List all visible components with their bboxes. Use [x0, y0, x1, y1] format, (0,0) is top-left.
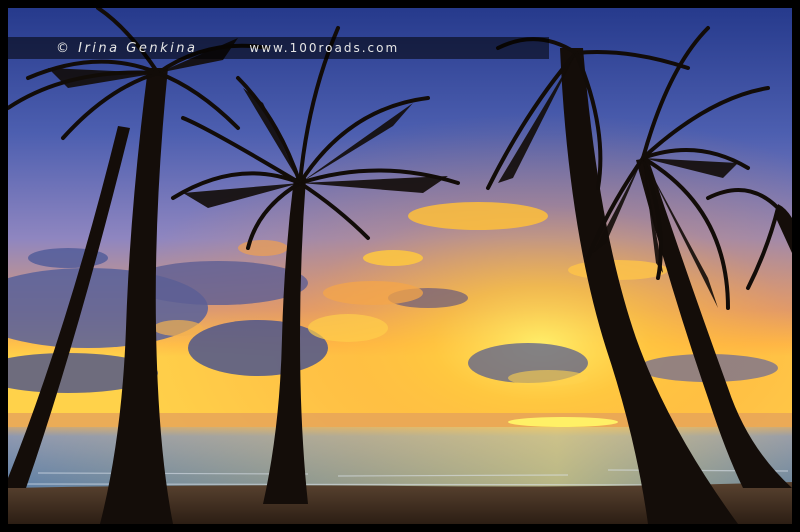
- photo-frame: © Irina Genkina www.100roads.com: [0, 0, 800, 532]
- sun: [508, 417, 618, 427]
- photo-watermark: © Irina Genkina www.100roads.com: [8, 37, 549, 59]
- watermark-url: www.100roads.com: [249, 41, 400, 55]
- watermark-credit: © Irina Genkina: [56, 40, 198, 56]
- sunrise-photo: [8, 8, 792, 524]
